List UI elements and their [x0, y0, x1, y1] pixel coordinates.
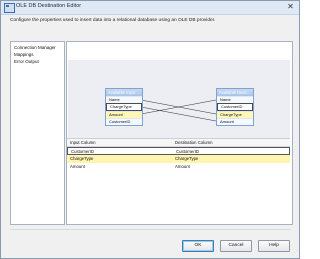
row-destination-column[interactable]: ChargeType	[175, 156, 198, 161]
dest-column-chargetype[interactable]: ChargeType	[217, 111, 253, 118]
table-row[interactable]: Amount Amount	[67, 163, 290, 171]
window-title: OLE DB Destination Editor	[16, 3, 82, 9]
dest-column-name: Name	[217, 96, 253, 103]
row-input-column[interactable]: Amount	[70, 164, 85, 169]
row-destination-column[interactable]: CustomerID	[176, 149, 199, 154]
nav-item-connection-manager[interactable]: Connection Manager	[14, 45, 56, 50]
input-column-amount[interactable]: Amount	[106, 111, 142, 118]
close-button[interactable]: ✕	[284, 2, 297, 12]
input-table-title: Available Input ...	[106, 89, 142, 96]
dialog-window: OLE DB Destination Editor ✕ Configure th…	[0, 0, 300, 259]
resize-grip-icon[interactable]: ⋰	[292, 251, 297, 256]
dest-column-amount[interactable]: Amount	[217, 118, 253, 125]
link-amount[interactable]	[140, 106, 217, 122]
sidebar-nav: Connection Manager Mappings Error Output	[10, 41, 65, 225]
title-bar: OLE DB Destination Editor ✕	[1, 1, 299, 15]
nav-item-mappings[interactable]: Mappings	[14, 52, 34, 57]
input-column-name: Name	[106, 96, 142, 103]
app-icon	[4, 3, 15, 13]
input-column-customerid[interactable]: CustomerID	[106, 118, 142, 125]
table-row[interactable]: ChargeType ChargeType	[67, 155, 290, 163]
footer-divider	[10, 229, 291, 230]
cancel-button[interactable]: Cancel	[220, 240, 252, 252]
mappings-panel: Available Input ... Name ChargeType Amou…	[66, 41, 293, 225]
mappings-grid: Input Column Destination Column Customer…	[67, 138, 290, 219]
description-text: Configure the properties used to insert …	[10, 18, 216, 23]
dest-column-customerid[interactable]: CustomerID	[217, 103, 253, 111]
input-column-chargetype[interactable]: ChargeType	[106, 103, 142, 111]
help-button[interactable]: Help	[258, 240, 290, 252]
nav-item-error-output[interactable]: Error Output	[14, 59, 39, 64]
ok-button[interactable]: OK	[182, 240, 214, 252]
header-input-column[interactable]: Input Column	[70, 140, 96, 145]
available-input-columns-table: Available Input ... Name ChargeType Amou…	[105, 88, 143, 126]
dest-table-title: Available Desti...	[217, 89, 253, 96]
available-destination-columns-table: Available Desti... Name CustomerID Charg…	[216, 88, 254, 126]
grid-header: Input Column Destination Column	[67, 139, 290, 147]
header-destination-column[interactable]: Destination Column	[175, 140, 213, 145]
table-row[interactable]: CustomerID CustomerID	[67, 147, 290, 155]
row-input-column[interactable]: ChargeType	[70, 156, 93, 161]
row-input-column[interactable]: CustomerID	[71, 149, 94, 154]
row-destination-column[interactable]: Amount	[175, 164, 190, 169]
